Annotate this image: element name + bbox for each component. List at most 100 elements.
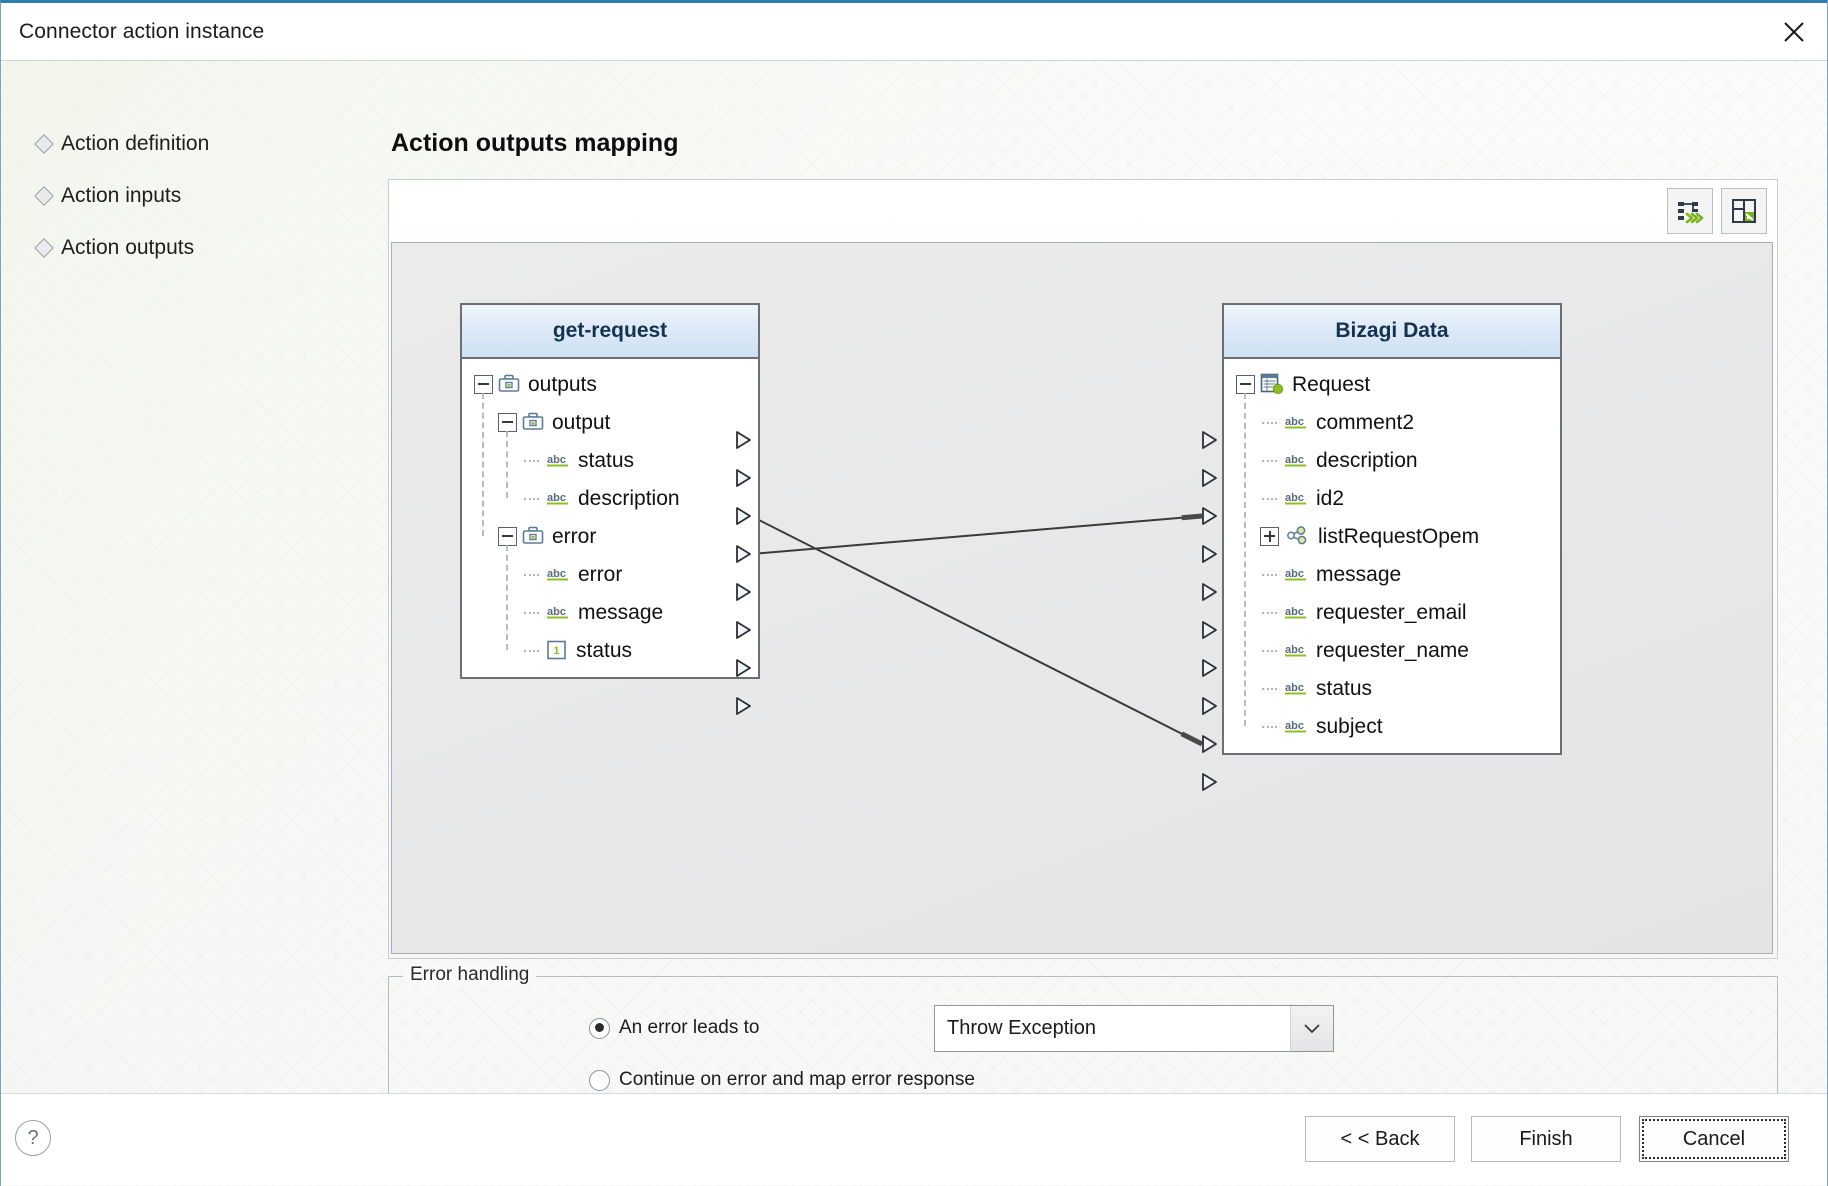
- tree-node-label: output: [552, 410, 611, 434]
- source-tree-card: get-request outputs output abc status abc des…: [460, 303, 760, 679]
- cancel-button[interactable]: Cancel: [1639, 1116, 1789, 1162]
- close-icon[interactable]: [1771, 11, 1817, 53]
- dialog-footer: ? < < Back Finish Cancel: [1, 1093, 1827, 1185]
- collapse-icon[interactable]: [498, 526, 517, 546]
- abc-icon: abc: [546, 565, 570, 583]
- dialog-body: Action definition Action inputs Action o…: [1, 61, 1827, 1186]
- tree-branch-line: [1260, 565, 1280, 584]
- radio-label: Continue on error and map error response: [619, 1069, 975, 1090]
- main-pane: Action outputs mapping get-request outpu…: [386, 61, 1827, 1186]
- tree-node-label: status: [576, 638, 633, 662]
- abc-icon: abc: [1284, 603, 1308, 621]
- abc-icon: abc: [1284, 717, 1308, 735]
- svg-text:abc: abc: [1285, 568, 1304, 580]
- abc-icon: abc: [546, 603, 570, 621]
- svg-text:abc: abc: [1285, 720, 1304, 732]
- tree-node-comment2[interactable]: abc comment2: [1224, 403, 1560, 441]
- tree-node-request[interactable]: Request: [1224, 365, 1560, 403]
- tree-node-message[interactable]: abc message: [1224, 555, 1560, 593]
- back-button[interactable]: < < Back: [1305, 1116, 1455, 1162]
- page-title: Action outputs mapping: [391, 129, 679, 157]
- svg-text:abc: abc: [547, 492, 566, 504]
- abc-icon: abc: [1284, 451, 1308, 469]
- radio-indicator: [589, 1017, 610, 1039]
- tree-node-requester_email[interactable]: abc requester_email: [1224, 593, 1560, 631]
- collapse-icon[interactable]: [498, 412, 517, 432]
- tree-node-id2[interactable]: abc id2: [1224, 479, 1560, 517]
- chevron-down-icon[interactable]: [1290, 1006, 1333, 1051]
- svg-text:abc: abc: [1285, 454, 1304, 466]
- tree-node-label: requester_email: [1316, 600, 1467, 624]
- sidebar-item-label: Action definition: [61, 132, 210, 155]
- abc-icon: abc: [1284, 641, 1308, 659]
- sidebar-item-action-outputs[interactable]: Action outputs: [34, 236, 195, 259]
- tree-branch-line: [522, 489, 542, 508]
- tree-branch-line: [522, 641, 542, 660]
- link-arrow-stub: [1181, 513, 1203, 521]
- tree-branch-line: [1260, 717, 1280, 736]
- tree-node-requester_name[interactable]: abc requester_name: [1224, 631, 1560, 669]
- tree-node-label: listRequestOpem: [1318, 524, 1480, 548]
- finish-button[interactable]: Finish: [1471, 1116, 1621, 1162]
- svg-text:abc: abc: [1285, 416, 1304, 428]
- expand-icon[interactable]: [1260, 526, 1279, 546]
- title-bar: Connector action instance: [1, 3, 1827, 61]
- collapse-icon[interactable]: [1236, 374, 1255, 394]
- sidebar-item-action-definition[interactable]: Action definition: [34, 132, 210, 155]
- link-arrow-stub: [1180, 731, 1204, 747]
- tree-branch-line: [1260, 679, 1280, 698]
- svg-text:abc: abc: [1285, 644, 1304, 656]
- collapse-icon[interactable]: [474, 374, 493, 394]
- error-action-dropdown[interactable]: Throw Exception: [934, 1005, 1334, 1052]
- tree-branch-line: [1260, 451, 1280, 470]
- error-handling-legend: Error handling: [403, 964, 537, 986]
- sidebar-item-action-inputs[interactable]: Action inputs: [34, 185, 181, 206]
- radio-an-error-leads-to[interactable]: An error leads to: [589, 1017, 759, 1039]
- help-icon[interactable]: ?: [15, 1120, 51, 1156]
- number-icon: 1: [546, 640, 568, 660]
- svg-text:abc: abc: [547, 568, 566, 580]
- abc-icon: abc: [1284, 413, 1308, 431]
- tree-branch-line: [1260, 489, 1280, 508]
- source-tree-title: get-request: [462, 305, 758, 359]
- auto-map-icon[interactable]: [1667, 188, 1713, 234]
- abc-icon: abc: [546, 489, 570, 507]
- radio-continue-on-error[interactable]: Continue on error and map error response: [589, 1069, 975, 1091]
- tree-node-subject[interactable]: abc subject: [1224, 707, 1560, 745]
- tree-branch-line: [522, 603, 542, 622]
- tree-node-listrequestopem[interactable]: listRequestOpem: [1224, 517, 1560, 555]
- save-mapping-icon[interactable]: [1721, 188, 1767, 234]
- sidebar-item-label: Action outputs: [61, 236, 195, 259]
- mapping-canvas[interactable]: get-request outputs output abc status abc des…: [391, 242, 1773, 954]
- mapping-panel: get-request outputs output abc status abc des…: [388, 179, 1778, 959]
- tree-node-label: error: [578, 562, 623, 586]
- svg-text:abc: abc: [1285, 492, 1304, 504]
- source-tree-body: outputs output abc status abc description erro…: [462, 359, 758, 677]
- tree-node-outputs[interactable]: outputs: [462, 365, 758, 403]
- briefcase-icon: [498, 374, 520, 394]
- mapping-toolbar: [1667, 188, 1767, 234]
- tree-node-status[interactable]: abc status: [1224, 669, 1560, 707]
- tree-node-description[interactable]: abc description: [1224, 441, 1560, 479]
- abc-icon: abc: [1284, 565, 1308, 583]
- entity-icon: [1260, 373, 1284, 395]
- window-title: Connector action instance: [19, 20, 265, 43]
- wizard-steps-sidebar: Action definition Action inputs Action o…: [1, 61, 386, 1186]
- radio-label: An error leads to: [619, 1017, 760, 1038]
- target-tree-card: Bizagi Data Request abc comment2 abc descrip…: [1222, 303, 1562, 755]
- tree-node-label: description: [578, 486, 680, 510]
- tree-branch-line: [522, 451, 542, 470]
- tree-node-label: outputs: [528, 372, 597, 396]
- tree-node-label: message: [1316, 562, 1402, 586]
